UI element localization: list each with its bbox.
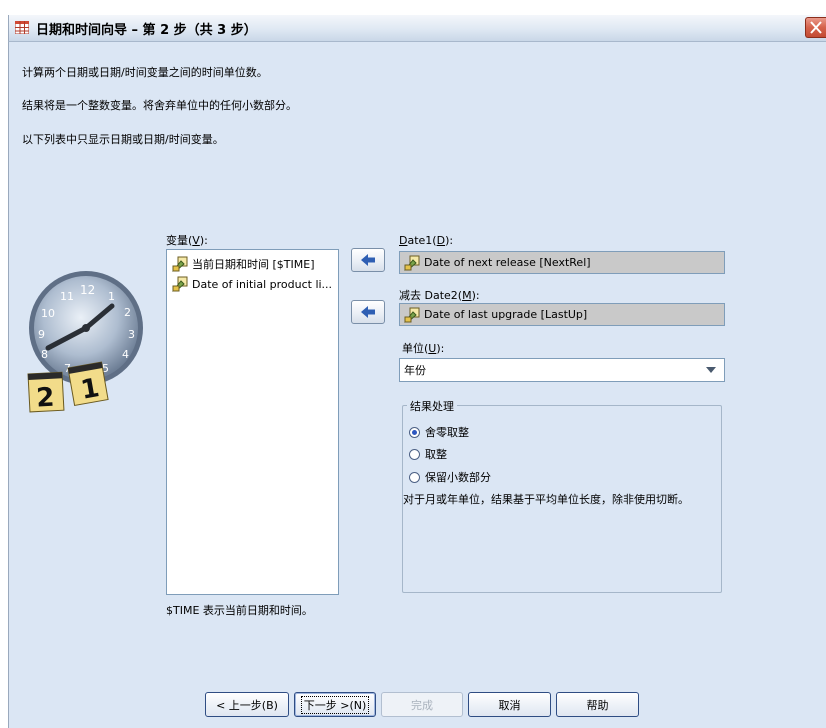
close-button[interactable]	[805, 17, 826, 38]
move-to-date2-button[interactable]	[351, 300, 385, 324]
date-variable-icon	[404, 255, 420, 270]
svg-text:10: 10	[41, 307, 55, 320]
calendar-digit-2: 2	[36, 383, 56, 414]
close-icon	[810, 21, 822, 34]
svg-text:3: 3	[128, 328, 135, 341]
variables-label: 变量(V):	[166, 234, 208, 247]
date1-label: Date1(D):	[399, 234, 454, 247]
date1-field[interactable]: Date of next release [NextRel]	[399, 251, 725, 274]
unit-select[interactable]: 年份	[399, 358, 725, 382]
spss-grid-icon	[15, 21, 29, 34]
instruction-line-2: 结果将是一个整数变量。将舍弃单位中的任何小数部分。	[22, 99, 297, 112]
date-variable-icon	[172, 276, 188, 292]
next-button[interactable]: 下一步 >(N)	[294, 692, 376, 717]
svg-text:4: 4	[122, 348, 129, 361]
finish-button[interactable]: 完成	[381, 692, 463, 717]
svg-text:1: 1	[108, 290, 115, 303]
date2-label: 减去 Date2(M):	[399, 289, 480, 302]
svg-text:11: 11	[60, 290, 74, 303]
back-button[interactable]: < 上一步(B)	[205, 692, 289, 717]
radio-keep-fraction[interactable]: 保留小数部分	[409, 469, 491, 485]
result-handling-title: 结果处理	[407, 398, 457, 414]
variables-listbox[interactable]: 当前日期和时间 [$TIME] Date of initial product …	[166, 249, 339, 595]
radio-round[interactable]: 取整	[409, 446, 447, 462]
arrow-left-icon	[361, 254, 375, 266]
svg-text:2: 2	[124, 306, 131, 319]
list-item[interactable]: Date of initial product li...	[172, 275, 332, 293]
date1-value: Date of next release [NextRel]	[424, 256, 591, 269]
radio-icon[interactable]	[409, 448, 420, 460]
help-button[interactable]: 帮助	[556, 692, 639, 717]
date-variable-icon	[172, 256, 188, 272]
title-bar: 日期和时间向导 – 第 2 步（共 3 步）	[8, 15, 826, 42]
move-to-date1-button[interactable]	[351, 248, 385, 272]
window-title: 日期和时间向导 – 第 2 步（共 3 步）	[36, 23, 257, 38]
unit-selected-value: 年份	[404, 364, 426, 377]
footer-note: $TIME 表示当前日期和时间。	[166, 604, 313, 617]
clock-calendar-icon: 12 11 1 10 2 9 3 8 4 7 6 5 2 1	[27, 271, 143, 414]
instruction-line-3: 以下列表中只显示日期或日期/时间变量。	[22, 133, 224, 146]
date2-field[interactable]: Date of last upgrade [LastUp]	[399, 303, 725, 326]
cancel-button[interactable]: 取消	[468, 692, 551, 717]
list-item[interactable]: 当前日期和时间 [$TIME]	[172, 255, 314, 273]
chevron-down-icon[interactable]	[706, 367, 716, 373]
instruction-line-1: 计算两个日期或日期/时间变量之间的时间单位数。	[22, 66, 268, 79]
radio-round-down[interactable]: 舍零取整	[409, 424, 469, 440]
arrow-left-icon	[361, 306, 375, 318]
svg-text:12: 12	[80, 283, 95, 297]
date-variable-icon	[404, 307, 420, 322]
result-note: 对于月或年单位，结果基于平均单位长度，除非使用切断。	[403, 493, 689, 506]
radio-selected-icon[interactable]	[409, 426, 420, 438]
radio-icon[interactable]	[409, 471, 420, 483]
unit-label: 单位(U):	[402, 342, 445, 355]
svg-text:9: 9	[38, 328, 45, 341]
date2-value: Date of last upgrade [LastUp]	[424, 308, 588, 321]
